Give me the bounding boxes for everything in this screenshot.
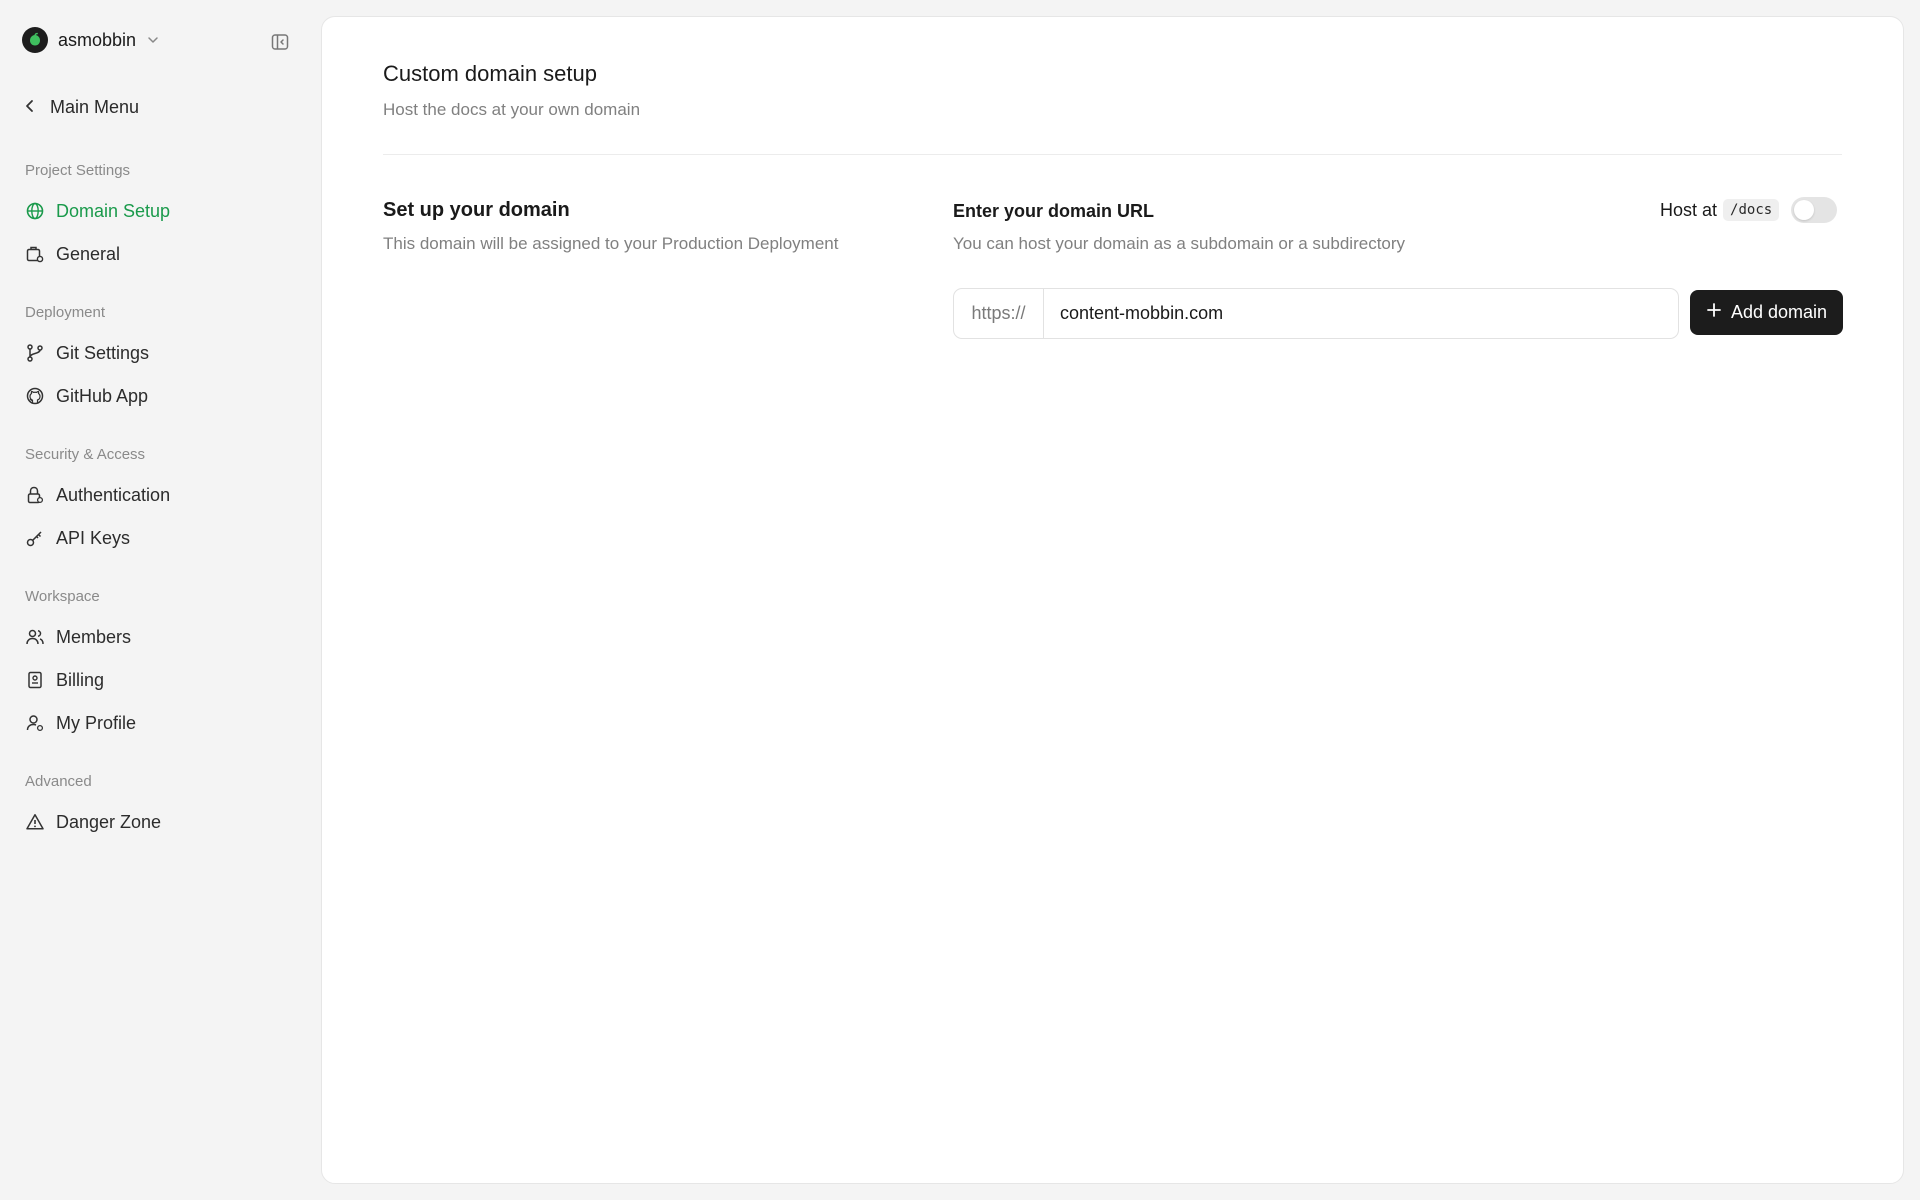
sidebar-item-label: My Profile [56,712,137,733]
section-label-advanced: Advanced [25,773,92,790]
workspace-avatar [22,27,48,53]
page-subtitle: Host the docs at your own domain [383,100,641,119]
sidebar-item-my-profile[interactable]: My Profile [25,708,295,738]
sidebar-item-label: Domain Setup [56,200,171,221]
sidebar: asmobbin Main Menu Project Settings Doma… [0,0,320,1200]
sidebar-item-domain-setup[interactable]: Domain Setup [25,196,295,226]
domain-url-help: You can host your domain as a subdomain … [953,234,1406,253]
section-label-deployment: Deployment [25,304,106,321]
github-icon [25,386,45,406]
sidebar-item-label: Billing [56,669,105,690]
sidebar-item-general[interactable]: General [25,239,295,269]
sidebar-item-api-keys[interactable]: API Keys [25,523,295,553]
key-icon [25,528,45,548]
plus-icon [1706,302,1722,323]
url-prefix: https:// [954,289,1044,338]
chevron-down-icon [146,33,160,47]
main-menu-label: Main Menu [50,96,140,117]
sidebar-item-label: Danger Zone [56,811,162,832]
sidebar-item-authentication[interactable]: Authentication [25,480,295,510]
receipt-icon [25,670,45,690]
host-at-toggle[interactable] [1791,197,1838,223]
sidebar-item-members[interactable]: Members [25,622,295,652]
section-title: Set up your domain [383,199,570,221]
user-gear-icon [25,713,45,733]
sidebar-item-label: Git Settings [56,342,150,363]
domain-input[interactable] [1044,289,1678,338]
section-label-project-settings: Project Settings [25,162,131,179]
git-branch-icon [25,343,45,363]
sidebar-item-github-app[interactable]: GitHub App [25,381,295,411]
collapse-sidebar-icon[interactable] [268,30,292,54]
sidebar-item-label: Members [56,626,132,647]
section-label-security-access: Security & Access [25,446,146,463]
domain-url-field: https:// [953,288,1679,339]
sidebar-item-billing[interactable]: Billing [25,665,295,695]
sidebar-item-label: Authentication [56,484,171,505]
sidebar-item-label: API Keys [56,527,131,548]
sidebar-item-git-settings[interactable]: Git Settings [25,338,295,368]
host-at-docs: Host at /docs [1660,195,1838,225]
sidebar-item-label: General [56,243,121,264]
workspace-switcher[interactable]: asmobbin [22,26,160,54]
settings-briefcase-icon [25,244,45,264]
app-root: asmobbin Main Menu Project Settings Doma… [0,0,1920,1200]
main-panel: Custom domain setup Host the docs at you… [321,16,1904,1184]
section-label-workspace: Workspace [25,588,100,605]
section-description: This domain will be assigned to your Pro… [383,234,839,253]
main-menu-link[interactable]: Main Menu [24,94,139,120]
chevron-left-icon [24,97,36,118]
sidebar-item-danger-zone[interactable]: Danger Zone [25,807,295,837]
add-domain-label: Add domain [1730,302,1828,322]
users-icon [25,627,45,647]
workspace-name: asmobbin [58,29,137,50]
divider [383,154,1842,155]
page-title: Custom domain setup [383,61,597,86]
globe-icon [25,201,45,221]
host-path-chip: /docs [1723,199,1780,221]
warning-icon [25,812,45,832]
host-at-label: Host at [1660,199,1718,220]
sidebar-item-label: GitHub App [56,385,149,406]
add-domain-button[interactable]: Add domain [1690,290,1843,335]
domain-url-label: Enter your domain URL [953,201,1155,221]
lock-icon [25,485,45,505]
